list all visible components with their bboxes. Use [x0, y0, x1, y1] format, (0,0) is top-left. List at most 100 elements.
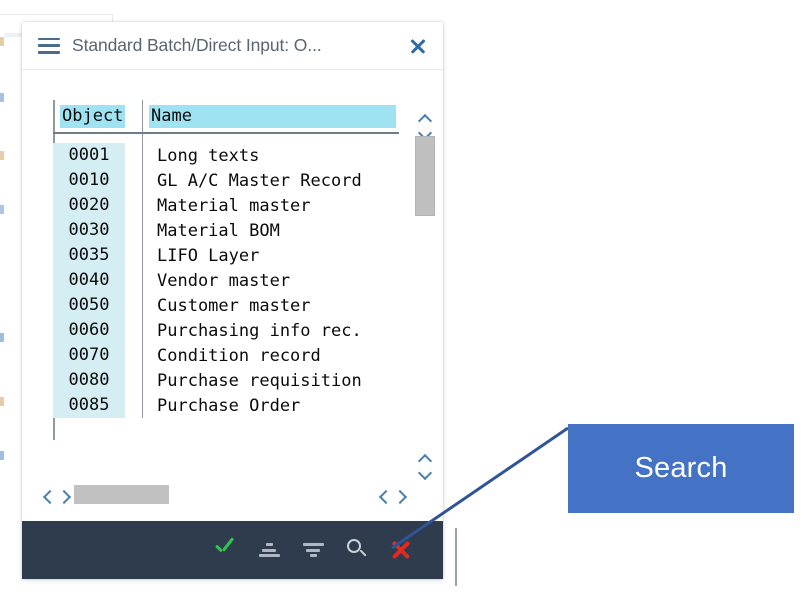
cell-object: 0001 — [53, 143, 143, 168]
hamburger-menu-icon[interactable] — [38, 37, 60, 54]
sort-descending-icon — [301, 540, 325, 560]
background-item — [0, 151, 4, 160]
horizontal-scrollbar-thumb[interactable] — [74, 485, 169, 504]
cell-name-value: Customer master — [157, 295, 311, 316]
cell-object: 0010 — [53, 168, 143, 193]
cell-object-value: 0020 — [53, 193, 125, 218]
background-item — [0, 37, 4, 46]
table-row[interactable]: 0010 GL A/C Master Record — [53, 168, 399, 193]
table-row[interactable]: 0040 Vendor master — [53, 268, 399, 293]
close-x-icon — [389, 538, 413, 562]
check-icon — [213, 539, 237, 561]
cell-name: Vendor master — [143, 268, 400, 293]
column-header-object-label: Object — [60, 104, 126, 128]
dialog-title-bar: Standard Batch/Direct Input: O... — [22, 22, 443, 70]
table-row[interactable]: 0035 LIFO Layer — [53, 243, 399, 268]
search-icon — [345, 538, 369, 562]
background-item — [0, 205, 4, 214]
search-button[interactable] — [335, 530, 379, 570]
cell-name-value: Purchase requisition — [157, 370, 362, 391]
cell-object: 0050 — [53, 293, 143, 318]
object-table: Object Name 0001 Long texts 0010 GL A/C Mas… — [53, 100, 399, 418]
close-icon[interactable] — [405, 33, 431, 59]
background-item — [0, 333, 4, 342]
cell-object: 0030 — [53, 218, 143, 243]
cell-name-value: Purchase Order — [157, 395, 301, 416]
cell-name-value: LIFO Layer — [157, 245, 260, 266]
cell-object: 0035 — [53, 243, 143, 268]
cell-name-value: Purchasing info rec. — [157, 320, 362, 341]
cell-name: Condition record — [143, 343, 400, 368]
cell-name: Purchase Order — [143, 393, 400, 418]
cell-name: Material master — [143, 193, 400, 218]
table-row[interactable]: 0060 Purchasing info rec. — [53, 318, 399, 343]
cell-object-value: 0035 — [53, 243, 125, 268]
background-item — [0, 451, 4, 460]
cell-object: 0085 — [53, 393, 143, 418]
sort-ascending-button[interactable] — [247, 530, 291, 570]
scroll-up-icon-bottom[interactable] — [417, 454, 433, 463]
table-header-row: Object Name — [53, 100, 399, 134]
table-row[interactable]: 0020 Material master — [53, 193, 399, 218]
dialog-toolbar — [22, 521, 443, 579]
column-header-name[interactable]: Name — [142, 100, 399, 134]
table-row[interactable]: 0085 Purchase Order — [53, 393, 399, 418]
cell-object-value: 0030 — [53, 218, 125, 243]
cell-name: Long texts — [143, 143, 400, 168]
table-spacer-row — [53, 133, 399, 143]
table-body: 0001 Long texts 0010 GL A/C Master Record 00… — [53, 133, 399, 418]
cell-name: LIFO Layer — [143, 243, 400, 268]
cell-object: 0020 — [53, 193, 143, 218]
sort-descending-button[interactable] — [291, 530, 335, 570]
cell-name: Purchase requisition — [143, 368, 400, 393]
cell-object-value: 0040 — [53, 268, 125, 293]
column-header-object[interactable]: Object — [53, 100, 143, 134]
table-row[interactable]: 0070 Condition record — [53, 343, 399, 368]
cell-object-value: 0001 — [53, 143, 125, 168]
background-item — [0, 397, 4, 406]
cell-object: 0060 — [53, 318, 143, 343]
cell-object-value: 0050 — [53, 293, 125, 318]
cell-name-value: Material BOM — [157, 220, 280, 241]
cell-object-value: 0085 — [53, 393, 125, 418]
table-row[interactable]: 0001 Long texts — [53, 143, 399, 168]
cell-object-value: 0070 — [53, 343, 125, 368]
scroll-right-icon-right[interactable] — [392, 490, 408, 499]
cell-name-value: Condition record — [157, 345, 321, 366]
dialog-body: Object Name 0001 Long texts 0010 GL A/C Mas… — [22, 70, 443, 521]
cell-name-value: Material master — [157, 195, 311, 216]
cell-object: 0070 — [53, 343, 143, 368]
cell-object: 0040 — [53, 268, 143, 293]
sort-ascending-icon — [257, 540, 281, 560]
cell-name-value: GL A/C Master Record — [157, 170, 362, 191]
cell-object-value: 0080 — [53, 368, 125, 393]
cell-name: Material BOM — [143, 218, 400, 243]
vertical-scrollbar-thumb[interactable] — [415, 136, 435, 216]
cancel-button[interactable] — [379, 530, 423, 570]
vertical-divider — [455, 528, 457, 586]
table-row[interactable]: 0030 Material BOM — [53, 218, 399, 243]
scroll-down-icon[interactable] — [417, 126, 433, 135]
object-table-container[interactable]: Object Name 0001 Long texts 0010 GL A/C Mas… — [53, 100, 399, 440]
cell-object-value: 0010 — [53, 168, 125, 193]
column-header-name-label: Name — [149, 104, 396, 128]
table-row[interactable]: 0050 Customer master — [53, 293, 399, 318]
annotation-callout-label: Search — [634, 452, 728, 484]
vertical-scrollbar[interactable] — [413, 136, 437, 436]
scroll-up-icon[interactable] — [417, 114, 433, 123]
dialog-title: Standard Batch/Direct Input: O... — [72, 35, 322, 55]
table-row[interactable]: 0080 Purchase requisition — [53, 368, 399, 393]
annotation-callout-search: Search — [568, 424, 794, 513]
table-header: Object Name — [53, 100, 399, 134]
scroll-down-icon-bottom[interactable] — [417, 466, 433, 475]
cell-object: 0080 — [53, 368, 143, 393]
background-item — [0, 93, 4, 102]
cell-name: Purchasing info rec. — [143, 318, 400, 343]
cell-name: Customer master — [143, 293, 400, 318]
cell-name-value: Vendor master — [157, 270, 291, 291]
standard-batch-direct-input-dialog: Standard Batch/Direct Input: O... Object… — [22, 22, 443, 579]
cell-name: GL A/C Master Record — [143, 168, 400, 193]
cell-name-value: Long texts — [157, 145, 260, 166]
cell-object-value: 0060 — [53, 318, 125, 343]
confirm-button[interactable] — [203, 530, 247, 570]
